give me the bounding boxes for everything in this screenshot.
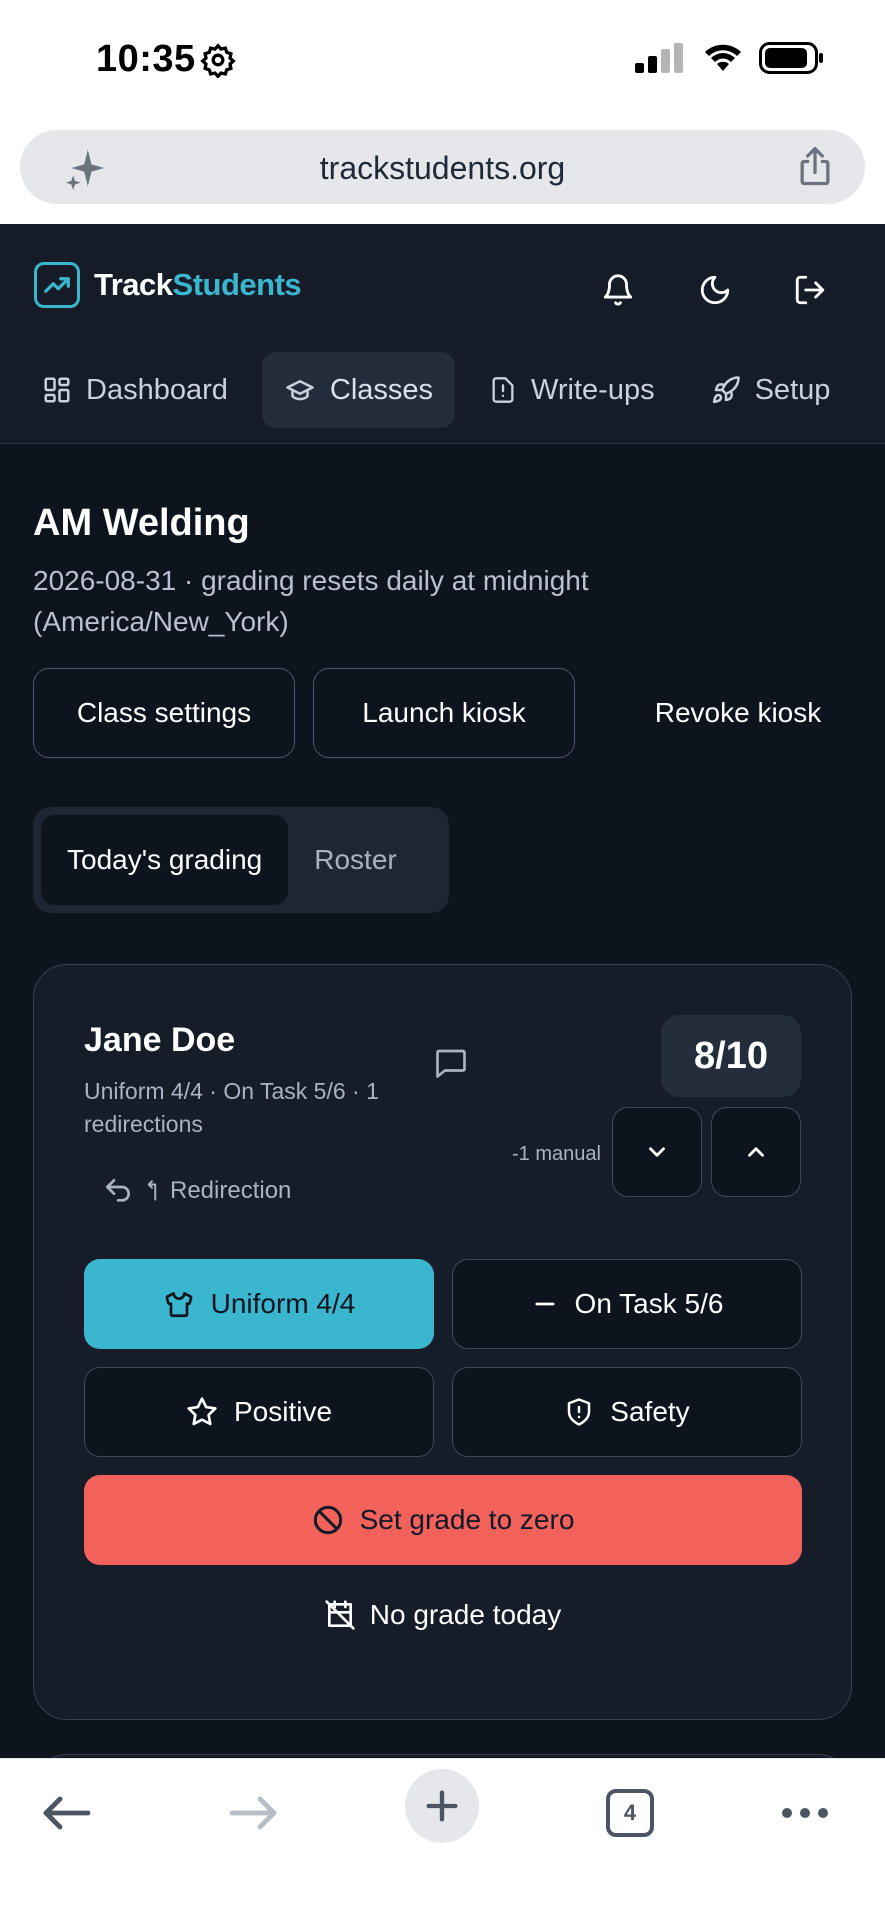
logout-icon[interactable]: [790, 270, 830, 310]
tab-roster[interactable]: Roster: [288, 815, 422, 905]
redirection-label: Redirection: [170, 1177, 292, 1204]
uniform-button[interactable]: Uniform 4/4: [84, 1259, 434, 1349]
status-time: 10:35: [96, 38, 196, 80]
signal-icon: [635, 43, 683, 73]
forward-arrow-icon[interactable]: [224, 1783, 284, 1843]
minus-icon: [534, 1302, 555, 1306]
launch-kiosk-button[interactable]: Launch kiosk: [313, 668, 575, 758]
decrease-grade-button[interactable]: [612, 1107, 702, 1197]
redirection-chip[interactable]: Redirection: [102, 1175, 291, 1207]
page-subtitle: 2026-08-31 · grading resets daily at mid…: [33, 565, 589, 637]
nav-label: Dashboard: [86, 373, 228, 406]
settings-gear-icon: [200, 43, 236, 78]
nav-label: Write-ups: [531, 373, 655, 406]
positive-label: Positive: [233, 1396, 333, 1427]
revoke-kiosk-button[interactable]: Revoke kiosk: [593, 668, 883, 758]
star-icon: [187, 1397, 217, 1426]
nav-item-dashboard[interactable]: Dashboard: [30, 352, 250, 428]
notifications-bell-icon[interactable]: [598, 270, 638, 310]
view-toggle: Today's grading Roster: [33, 807, 449, 913]
ban-icon: [313, 1505, 342, 1535]
status-bar: 10:35: [0, 0, 885, 122]
url-text[interactable]: trackstudents.org: [20, 150, 865, 187]
tab-count: 4: [606, 1789, 654, 1837]
browser-address-area: trackstudents.org: [0, 122, 885, 224]
student-meta: Uniform 4/4 · On Task 5/6 · 1 redirectio…: [84, 1078, 379, 1137]
undo-arrow-icon: [106, 1179, 130, 1202]
calendar-off-icon: [325, 1600, 355, 1630]
page-title: AM Welding: [33, 502, 250, 544]
app-header: TrackStudents Dashboard Classes Write-up…: [0, 224, 885, 444]
on-task-label: On Task 5/6: [574, 1288, 724, 1319]
student-card: Jane Doe Uniform 4/4 · On Task 5/6 · 1 r…: [33, 964, 852, 1720]
brand-name: TrackStudents: [94, 267, 302, 302]
nav-item-setup[interactable]: Setup: [689, 352, 853, 428]
increase-grade-button[interactable]: [711, 1107, 801, 1197]
safety-label: Safety: [610, 1396, 690, 1427]
back-arrow-icon[interactable]: [36, 1783, 96, 1843]
set-grade-zero-button[interactable]: Set grade to zero: [84, 1475, 802, 1565]
set-grade-zero-label: Set grade to zero: [359, 1504, 575, 1535]
address-bar[interactable]: trackstudents.org: [20, 130, 865, 204]
share-icon[interactable]: [793, 144, 837, 190]
chevron-down-icon: [649, 1147, 665, 1157]
dashboard-icon: [44, 377, 70, 403]
chevron-up-icon: [748, 1147, 764, 1157]
alert-file-icon: [492, 377, 514, 403]
nav-item-classes[interactable]: Classes: [261, 352, 456, 428]
wifi-icon: [705, 44, 741, 71]
on-task-button[interactable]: On Task 5/6: [452, 1259, 802, 1349]
new-tab-button[interactable]: [405, 1769, 479, 1843]
nav-label: Classes: [329, 373, 434, 406]
brand-logo[interactable]: TrackStudents: [34, 262, 302, 308]
browser-toolbar: 4: [0, 1758, 885, 1920]
student-name: Jane Doe: [84, 1021, 236, 1059]
tab-todays-grading[interactable]: Today's grading: [41, 815, 289, 905]
no-grade-label: No grade today: [369, 1599, 562, 1630]
class-actions: Class settings Launch kiosk Revoke kiosk: [33, 668, 883, 758]
more-options-icon[interactable]: [775, 1783, 835, 1843]
status-indicators: [635, 42, 825, 74]
dark-mode-moon-icon[interactable]: [695, 270, 735, 310]
manual-adjustment-label: -1 manual: [512, 1143, 601, 1165]
class-settings-button[interactable]: Class settings: [33, 668, 295, 758]
shirt-icon: [165, 1292, 193, 1318]
shield-alert-icon: [568, 1398, 591, 1426]
main-nav: Dashboard Classes Write-ups Setup: [0, 352, 885, 428]
no-grade-today-button[interactable]: No grade today: [34, 1599, 851, 1631]
trend-chart-icon: [34, 262, 80, 308]
comment-icon[interactable]: [432, 1045, 470, 1081]
battery-icon: [759, 42, 823, 74]
plus-icon: [426, 1790, 458, 1822]
uniform-label: Uniform 4/4: [210, 1288, 356, 1319]
graduation-cap-icon: [286, 380, 314, 401]
positive-button[interactable]: Positive: [84, 1367, 434, 1457]
score-badge: 8/10: [661, 1015, 801, 1097]
tabs-button[interactable]: 4: [600, 1783, 660, 1843]
safety-button[interactable]: Safety: [452, 1367, 802, 1457]
nav-item-write-ups[interactable]: Write-ups: [467, 352, 677, 428]
nav-label: Setup: [754, 373, 831, 406]
rocket-icon: [712, 376, 740, 404]
return-arrow-icon: [147, 1180, 157, 1201]
